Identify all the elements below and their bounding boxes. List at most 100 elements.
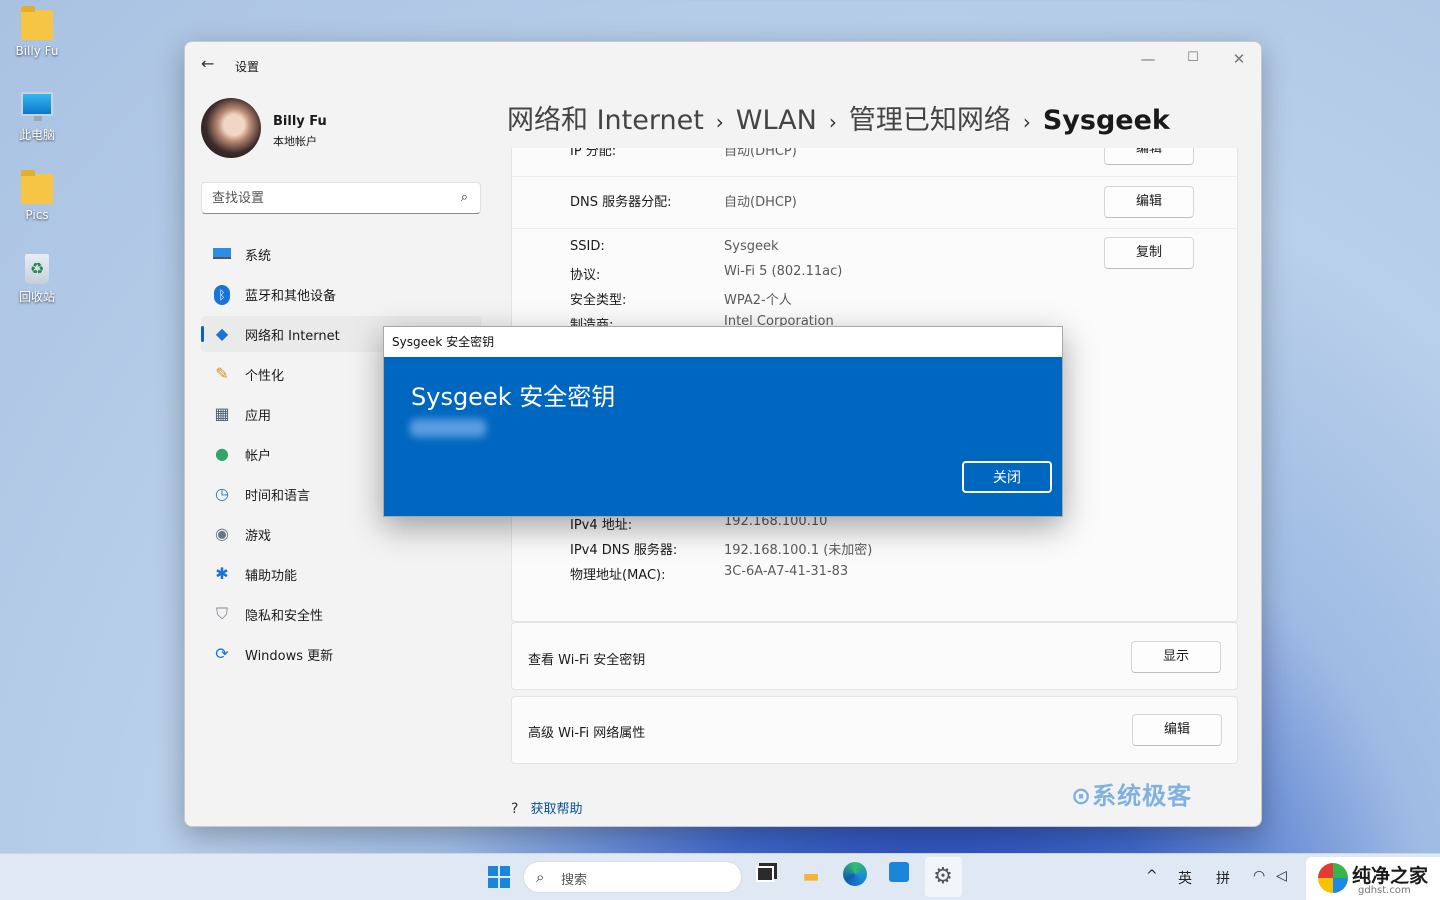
input-method-indicator[interactable]: 拼 — [1216, 868, 1230, 888]
prop-label: IPv4 DNS 服务器: — [570, 543, 678, 558]
wifi-icon[interactable]: ◠ — [1253, 868, 1265, 884]
sidebar-item-system[interactable]: 系统 — [201, 236, 481, 272]
update-icon: ⟳ — [215, 644, 229, 663]
brush-icon: ✎ — [215, 364, 229, 383]
prop-value: 192.168.100.1 (未加密) — [724, 543, 873, 558]
breadcrumb-network[interactable]: 网络和 Internet — [507, 105, 704, 136]
prop-label: SSID: — [570, 239, 605, 254]
desktop-icon-this-pc[interactable]: 此电脑 — [10, 92, 64, 143]
desktop-icon-label: 回收站 — [18, 290, 55, 304]
search-icon[interactable]: ⌕ — [461, 190, 468, 205]
help-icon: ? — [511, 801, 519, 817]
taskbar-search-placeholder: 搜索 — [561, 873, 588, 888]
folder-icon — [21, 6, 53, 40]
desktop-icon-label: Pics — [25, 208, 49, 222]
task-view-button[interactable] — [750, 862, 780, 892]
sidebar-item-accessibility[interactable]: ✱ 辅助功能 — [201, 556, 481, 592]
desktop-icon-label: 此电脑 — [18, 128, 55, 142]
prop-label: 协议: — [570, 268, 601, 283]
breadcrumb-separator: › — [828, 110, 837, 134]
edit-advanced-button[interactable]: 编辑 — [1132, 714, 1222, 746]
bluetooth-icon: ᛒ — [211, 283, 233, 305]
accessibility-icon: ✱ — [215, 564, 229, 583]
breadcrumb-wlan[interactable]: WLAN — [736, 105, 817, 136]
copy-properties-button[interactable]: 复制 — [1104, 237, 1194, 269]
edge-browser-icon[interactable] — [840, 862, 870, 892]
sidebar-item-privacy[interactable]: ⛉ 隐私和安全性 — [201, 596, 481, 632]
prop-value: WPA2-个人 — [724, 293, 792, 308]
windows-logo-icon — [488, 866, 510, 888]
close-window-button[interactable]: ✕ — [1224, 50, 1254, 68]
folder-icon — [21, 170, 53, 204]
sidebar-item-label: 系统 — [245, 248, 272, 264]
divider — [512, 228, 1237, 229]
minimize-button[interactable]: — — [1133, 50, 1163, 68]
watermark: ⊙系统极客 — [1071, 782, 1193, 810]
desktop-icon-pics[interactable]: Pics — [10, 170, 64, 222]
dialog-heading: Sysgeek 安全密钥 — [411, 383, 616, 411]
ip-assignment-value: 自动(DHCP) — [724, 148, 797, 159]
brand-name: 纯净之家 — [1352, 865, 1429, 887]
close-dialog-button[interactable]: 关闭 — [962, 461, 1052, 493]
settings-gear-icon[interactable]: ⚙ — [928, 862, 958, 892]
sidebar-item-label: 游戏 — [245, 528, 272, 544]
dialog-title: Sysgeek 安全密钥 — [384, 327, 1062, 357]
sidebar-item-windows-update[interactable]: ⟳ Windows 更新 — [201, 636, 481, 672]
maximize-button[interactable]: ☐ — [1178, 50, 1208, 65]
input-language-indicator[interactable]: 英 — [1178, 868, 1192, 888]
network-icon: ◆ — [215, 324, 229, 343]
account-icon: ● — [215, 444, 229, 463]
user-name: Billy Fu — [273, 114, 327, 129]
system-icon — [211, 243, 233, 265]
file-explorer-icon[interactable]: ▬ — [796, 862, 826, 892]
taskbar-search[interactable]: ⌕ 搜索 — [523, 861, 742, 893]
account-type: 本地帐户 — [273, 135, 317, 148]
gamepad-icon: ◉ — [215, 524, 229, 543]
title-bar: ← 设置 — ☐ ✕ — [185, 42, 1261, 88]
desktop-icon-label: Billy Fu — [15, 44, 59, 58]
divider — [512, 176, 1237, 177]
store-icon[interactable] — [884, 862, 914, 892]
get-help-label: 获取帮助 — [530, 802, 583, 817]
volume-icon[interactable]: ◁ — [1276, 868, 1287, 884]
sidebar-item-label: 应用 — [245, 408, 272, 424]
edit-ip-button[interactable]: 编辑 — [1104, 148, 1194, 165]
edit-dns-button[interactable]: 编辑 — [1104, 186, 1194, 218]
view-key-label: 查看 Wi-Fi 安全密钥 — [528, 653, 646, 668]
taskbar: ⌕ 搜索 ▬ ⚙ ^ 英 拼 ◠ ◁ 纯净之家 gdhst.com — [0, 853, 1440, 900]
get-help-link[interactable]: ? 获取帮助 — [511, 798, 582, 817]
breadcrumb-separator: › — [715, 110, 724, 134]
show-hidden-icons-chevron[interactable]: ^ — [1146, 868, 1158, 884]
back-arrow-icon[interactable]: ← — [201, 54, 214, 73]
show-key-button[interactable]: 显示 — [1131, 641, 1221, 673]
recycle-bin-icon: ♻ — [25, 254, 49, 284]
security-key-dialog: Sysgeek 安全密钥 Sysgeek 安全密钥 关闭 — [383, 326, 1063, 517]
dns-assignment-label: DNS 服务器分配: — [570, 195, 672, 210]
app-title: 设置 — [235, 60, 260, 74]
clock-icon: ◷ — [215, 484, 229, 503]
breadcrumb-known-networks[interactable]: 管理已知网络 — [849, 105, 1011, 136]
prop-value: Wi-Fi 5 (802.11ac) — [724, 264, 843, 279]
desktop-icon-billy-fu[interactable]: Billy Fu — [10, 6, 64, 58]
sidebar-item-label: 隐私和安全性 — [245, 608, 324, 624]
prop-label: 物理地址(MAC): — [570, 568, 666, 583]
prop-value: 3C-6A-A7-41-31-83 — [724, 564, 849, 579]
sidebar-item-gaming[interactable]: ◉ 游戏 — [201, 516, 481, 552]
settings-search-box[interactable]: ⌕ — [201, 182, 481, 214]
sidebar-item-label: 个性化 — [245, 368, 285, 384]
advanced-label: 高级 Wi-Fi 网络属性 — [528, 726, 646, 741]
dns-assignment-value: 自动(DHCP) — [724, 195, 797, 210]
start-button[interactable] — [484, 862, 514, 892]
search-icon: ⌕ — [536, 868, 545, 886]
view-security-key-card: 查看 Wi-Fi 安全密钥 显示 — [511, 622, 1238, 690]
computer-icon — [21, 92, 53, 121]
advanced-properties-card: 高级 Wi-Fi 网络属性 编辑 — [511, 696, 1238, 764]
ip-assignment-label: IP 分配: — [570, 148, 617, 159]
sidebar-item-bluetooth[interactable]: ᛒ 蓝牙和其他设备 — [201, 276, 481, 312]
prop-value: Sysgeek — [724, 239, 779, 254]
desktop-icon-recycle-bin[interactable]: ♻ 回收站 — [10, 254, 64, 305]
prop-label: 安全类型: — [570, 293, 627, 308]
sidebar-item-label: 帐户 — [245, 448, 272, 464]
sidebar-item-label: Windows 更新 — [245, 648, 334, 664]
search-input[interactable] — [202, 183, 442, 213]
